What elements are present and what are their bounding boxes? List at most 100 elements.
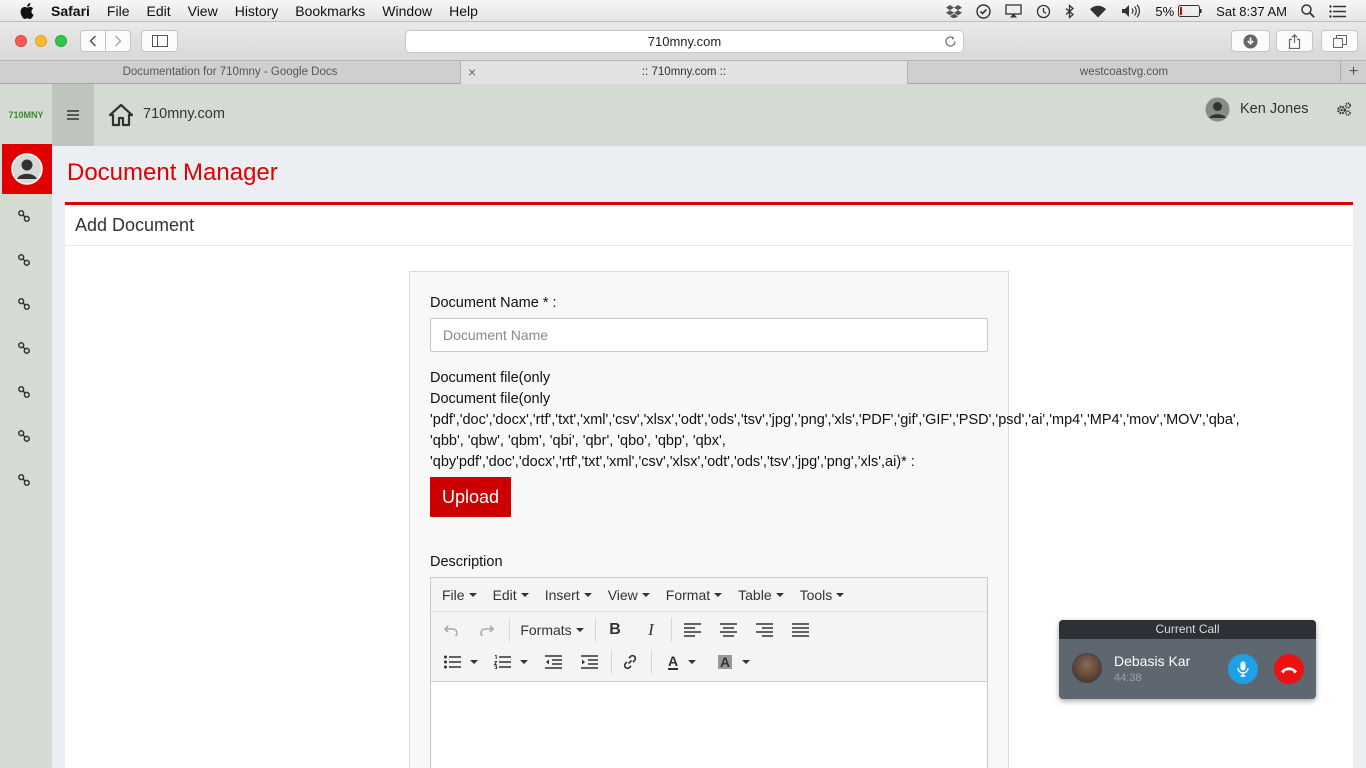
italic-button[interactable]: I — [639, 618, 663, 642]
microphone-icon — [1237, 661, 1249, 677]
link-icon — [18, 298, 30, 310]
redo-icon — [480, 624, 494, 636]
link-icon — [18, 386, 30, 398]
sidebar-link-1[interactable] — [0, 204, 48, 228]
tab-google-docs[interactable]: Documentation for 710mny - Google Docs — [0, 61, 461, 84]
numbered-list-button[interactable] — [491, 650, 531, 674]
home-icon[interactable] — [109, 103, 133, 127]
editor-menu-format[interactable]: Format — [666, 587, 723, 603]
caret-down-icon — [520, 592, 529, 597]
editor-content-area[interactable] — [431, 683, 987, 768]
sidebar-link-2[interactable] — [0, 248, 48, 272]
sidebar-link-5[interactable] — [0, 380, 48, 404]
menu-history[interactable]: History — [235, 3, 279, 19]
airplay-icon[interactable] — [1005, 4, 1023, 18]
dropbox-icon[interactable] — [946, 4, 963, 18]
editor-menu-file[interactable]: File — [442, 587, 477, 603]
upload-button[interactable]: Upload — [430, 477, 511, 517]
minimize-window-button[interactable] — [35, 35, 47, 47]
notification-center-icon[interactable] — [1329, 4, 1346, 18]
caret-down-icon — [742, 660, 751, 664]
align-center-button[interactable] — [716, 618, 740, 642]
align-left-button[interactable] — [680, 618, 704, 642]
checkmark-shield-icon[interactable] — [976, 3, 992, 19]
back-button[interactable] — [80, 30, 106, 52]
indent-button[interactable] — [577, 650, 601, 674]
user-avatar-icon[interactable] — [1205, 97, 1230, 122]
mute-button[interactable] — [1228, 654, 1258, 684]
bullet-list-button[interactable] — [441, 650, 481, 674]
hang-up-button[interactable] — [1274, 654, 1304, 684]
sidebar — [0, 146, 52, 768]
toolbar-separator — [611, 650, 612, 674]
close-window-button[interactable] — [15, 35, 27, 47]
zoom-window-button[interactable] — [55, 35, 67, 47]
align-right-icon — [755, 623, 773, 637]
menu-view[interactable]: View — [188, 3, 218, 19]
wifi-icon[interactable] — [1089, 5, 1107, 18]
sidebar-link-3[interactable] — [0, 292, 48, 316]
tab-title: westcoastvg.com — [1079, 66, 1169, 78]
sidebar-link-4[interactable] — [0, 336, 48, 360]
menu-help[interactable]: Help — [449, 3, 478, 19]
redo-button[interactable] — [475, 618, 499, 642]
volume-icon[interactable] — [1121, 4, 1141, 18]
menu-file[interactable]: File — [107, 3, 130, 19]
background-color-button[interactable]: A — [713, 650, 755, 674]
menu-label: File — [442, 586, 465, 603]
caller-avatar — [1072, 653, 1102, 683]
site-logo[interactable]: 710MNY — [0, 84, 52, 146]
editor-menu-insert[interactable]: Insert — [545, 587, 592, 603]
new-tab-button[interactable]: + — [1341, 61, 1366, 84]
menu-window[interactable]: Window — [382, 3, 432, 19]
menu-label: Insert — [544, 586, 580, 603]
clock[interactable]: Sat 8:37 AM — [1216, 4, 1287, 19]
align-right-button[interactable] — [752, 618, 776, 642]
editor-menu-edit[interactable]: Edit — [493, 587, 529, 603]
bluetooth-icon[interactable] — [1065, 3, 1075, 19]
apple-icon[interactable] — [20, 2, 34, 19]
settings-gears-icon[interactable] — [1336, 102, 1352, 116]
formats-dropdown[interactable]: Formats — [515, 618, 589, 642]
bold-button[interactable]: B — [603, 618, 627, 642]
sidebar-profile-avatar[interactable] — [2, 144, 52, 194]
menu-label: Edit — [492, 586, 517, 603]
sidebar-link-7[interactable] — [0, 468, 48, 492]
user-name[interactable]: Ken Jones — [1240, 101, 1309, 117]
tab-westcoastvg[interactable]: westcoastvg.com — [908, 61, 1341, 84]
outdent-button[interactable] — [541, 650, 565, 674]
menu-toggle-button[interactable] — [52, 84, 94, 146]
editor-menu-view[interactable]: View — [608, 587, 650, 603]
editor-menu-table[interactable]: Table — [738, 587, 784, 603]
sidebar-icon — [151, 35, 168, 47]
tabs-overview-button[interactable] — [1321, 30, 1358, 52]
align-justify-button[interactable] — [788, 618, 812, 642]
reload-icon[interactable] — [944, 35, 957, 48]
call-header: Current Call — [1059, 620, 1316, 639]
file-label-line: 'qby'pdf','doc','docx','rtf','txt','xml'… — [430, 454, 915, 470]
text-color-button[interactable]: A — [661, 650, 703, 674]
time-machine-icon[interactable] — [1036, 4, 1051, 19]
spotlight-search-icon[interactable] — [1301, 4, 1315, 18]
downloads-button[interactable] — [1231, 30, 1270, 52]
doc-name-input[interactable] — [430, 318, 988, 352]
battery-icon[interactable] — [1178, 5, 1202, 17]
menu-bookmarks[interactable]: Bookmarks — [295, 3, 365, 19]
menu-app-safari[interactable]: Safari — [51, 3, 90, 19]
share-button[interactable] — [1276, 30, 1313, 52]
editor-menu-tools[interactable]: Tools — [800, 587, 845, 603]
menu-label: View — [607, 586, 638, 603]
sidebar-link-6[interactable] — [0, 424, 48, 448]
sidebar-toggle-button[interactable] — [141, 30, 178, 52]
file-label-line: Document file(only — [430, 370, 551, 386]
address-bar[interactable]: 710mny.com — [405, 30, 964, 53]
link-icon — [18, 342, 30, 354]
forward-button[interactable] — [105, 30, 131, 52]
tab-710mny[interactable]: × :: 710mny.com :: — [461, 61, 908, 84]
site-name[interactable]: 710mny.com — [143, 106, 225, 122]
insert-link-button[interactable] — [618, 650, 642, 674]
menu-edit[interactable]: Edit — [146, 3, 170, 19]
close-tab-icon[interactable]: × — [468, 61, 476, 83]
undo-button[interactable] — [439, 618, 463, 642]
editor-toolbar: Formats B I A A — [431, 612, 987, 682]
